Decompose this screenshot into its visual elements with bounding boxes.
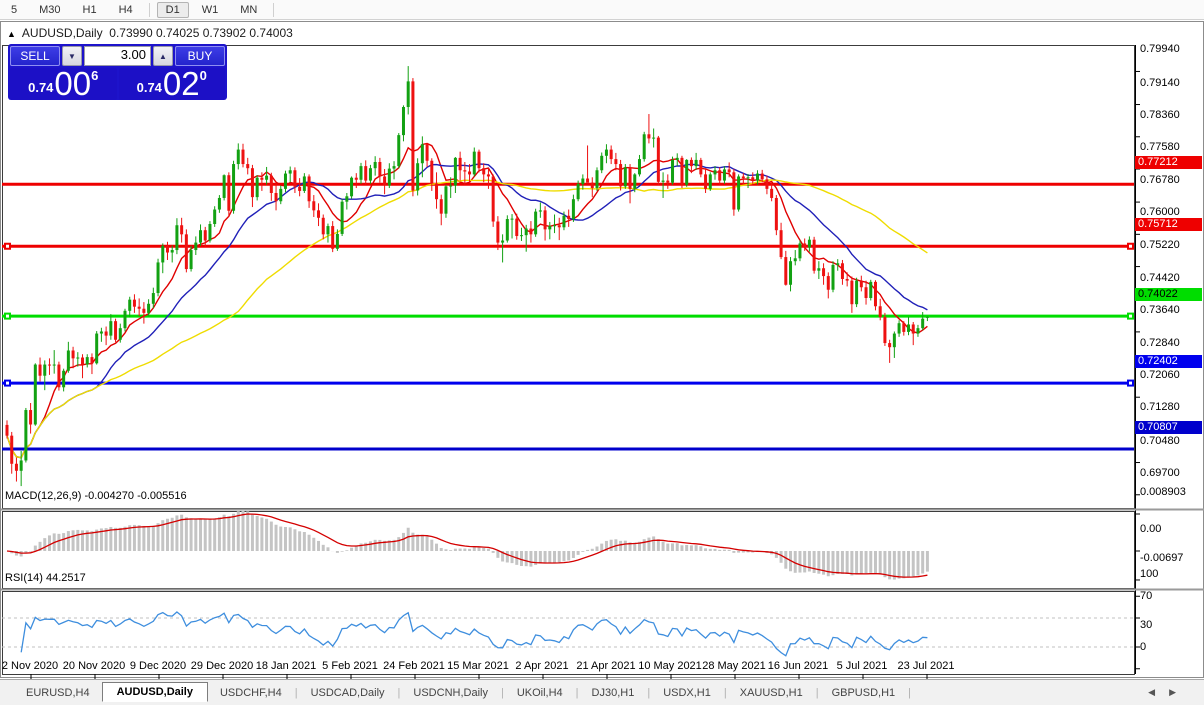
toolbar-separator — [148, 2, 150, 17]
timeframe-button-m30[interactable]: M30 — [30, 2, 69, 18]
sell-button[interactable]: SELL — [10, 46, 60, 66]
macd-axis-tick: 0.008903 — [1140, 485, 1186, 498]
date-axis-label: 16 Jun 2021 — [767, 660, 829, 672]
timeframe-toolbar: 5 M30 H1 H4 D1 W1 MN — [0, 0, 1204, 20]
date-axis-label: 29 Dec 2020 — [190, 660, 254, 672]
rsi-axis-tick: 0 — [1140, 640, 1147, 653]
sell-price-display[interactable]: 0.74 00 6 — [10, 65, 117, 102]
hline-price-label: 0.77212 — [1135, 155, 1202, 169]
date-axis-label: 28 May 2021 — [702, 660, 766, 672]
date-axis-label: 2 Apr 2021 — [515, 660, 569, 672]
window-collapse-icon[interactable]: ▲ — [7, 29, 16, 39]
tab-usdx[interactable]: USDX,H1 — [651, 684, 723, 702]
timeframe-button-5[interactable]: 5 — [2, 2, 26, 18]
date-axis-label: 9 Dec 2020 — [129, 660, 187, 672]
chart-ohlc-values: 0.73990 0.74025 0.73902 0.74003 — [109, 26, 293, 40]
sell-price-prefix: 0.74 — [28, 80, 54, 95]
tab-ukoil[interactable]: UKOil,H4 — [505, 684, 575, 702]
price-axis-tick: 0.72060 — [1140, 369, 1180, 382]
tab-usdcnh[interactable]: USDCNH,Daily — [401, 684, 500, 702]
date-axis-label: 15 Mar 2021 — [447, 660, 509, 672]
macd-axis-tick: -0.00697 — [1140, 551, 1184, 564]
price-axis-tick: 0.69700 — [1140, 466, 1180, 479]
rsi-axis-tick: 70 — [1140, 590, 1153, 602]
date-axis-label: 23 Jul 2021 — [897, 660, 955, 672]
price-axis-tick: 0.71280 — [1140, 401, 1180, 414]
date-axis-label: 5 Feb 2021 — [322, 660, 378, 672]
buy-price-pip: 0 — [199, 68, 207, 83]
price-axis-tick: 0.70480 — [1140, 434, 1180, 447]
terminal-stage: 5 M30 H1 H4 D1 W1 MN ▲ AUDUSD,Daily 0.73990 0.7… — [0, 0, 1204, 705]
date-axis-label: 21 Apr 2021 — [576, 660, 636, 672]
rsi-axis-tick: 100 — [1140, 568, 1159, 581]
rsi-axis-tick: 30 — [1140, 619, 1153, 631]
date-axis-label: 10 May 2021 — [638, 660, 702, 672]
date-axis-label: 24 Feb 2021 — [383, 660, 445, 672]
tab-scroll-left-icon[interactable]: ◀ — [1148, 687, 1169, 697]
timeframe-button-h1[interactable]: H1 — [74, 2, 106, 18]
chart-canvas[interactable] — [1, 22, 1204, 705]
price-axis-tick: 0.75220 — [1140, 238, 1180, 251]
chart-symbol-label: AUDUSD,Daily — [21, 26, 103, 40]
date-axis-label: 20 Nov 2020 — [62, 660, 126, 672]
hline-price-label: 0.70807 — [1135, 420, 1202, 434]
timeframe-button-h4[interactable]: H4 — [110, 2, 142, 18]
date-axis-label: 2 Nov 2020 — [1, 660, 59, 672]
chart-title: ▲ AUDUSD,Daily 0.73990 0.74025 0.73902 0.… — [7, 26, 293, 40]
sell-price-big: 00 — [54, 65, 92, 102]
hline-price-label: 0.75712 — [1135, 217, 1202, 231]
tab-usdcad[interactable]: USDCAD,Daily — [299, 684, 397, 702]
tab-usdchf[interactable]: USDCHF,H4 — [208, 684, 294, 702]
price-axis-tick: 0.76000 — [1140, 206, 1180, 219]
tab-xauusd[interactable]: XAUUSD,H1 — [728, 684, 815, 702]
price-axis-tick: 0.74420 — [1140, 271, 1180, 284]
price-axis-tick: 0.79140 — [1140, 76, 1180, 89]
toolbar-separator — [273, 2, 275, 17]
timeframe-button-mn[interactable]: MN — [231, 2, 266, 18]
hline-price-label: 0.72402 — [1135, 354, 1202, 368]
chart-window[interactable] — [0, 21, 1204, 679]
timeframe-button-d1[interactable]: D1 — [156, 1, 189, 18]
price-axis-tick: 0.72840 — [1140, 336, 1180, 349]
price-axis-tick: 0.77580 — [1140, 141, 1180, 154]
tab-gbpusd[interactable]: GBPUSD,H1 — [820, 684, 908, 702]
date-axis-label: 5 Jul 2021 — [836, 660, 888, 672]
tab-dj30[interactable]: DJ30,H1 — [580, 684, 647, 702]
price-axis-tick: 0.78360 — [1140, 108, 1180, 121]
buy-price-prefix: 0.74 — [136, 80, 162, 95]
hline-price-label: 0.74022 — [1135, 287, 1202, 301]
symbol-tab-bar: EURUSD,H4 AUDUSD,Daily USDCHF,H4 | USDCAD,Da… — [0, 679, 1204, 705]
sell-price-pip: 6 — [91, 68, 99, 83]
buy-price-display[interactable]: 0.74 02 0 — [118, 65, 225, 102]
rsi-indicator-label: RSI(14) 44.2517 — [5, 572, 86, 584]
date-axis-label: 18 Jan 2021 — [255, 660, 317, 672]
volume-decrease-icon[interactable]: ▼ — [62, 46, 82, 66]
volume-input[interactable]: 3.00 — [84, 46, 151, 66]
one-click-trade-panel: SELL ▼ 3.00 ▲ BUY 0.74 00 6 0.74 02 0 — [8, 44, 227, 100]
tab-eurusd[interactable]: EURUSD,H4 — [14, 684, 102, 702]
macd-axis-tick: 0.00 — [1140, 523, 1162, 535]
buy-button[interactable]: BUY — [175, 46, 225, 66]
tab-separator: | — [908, 686, 911, 699]
tab-scroll-right-icon[interactable]: ▶ — [1169, 687, 1190, 697]
price-axis-tick: 0.73640 — [1140, 303, 1180, 316]
timeframe-button-w1[interactable]: W1 — [193, 2, 228, 18]
volume-increase-icon[interactable]: ▲ — [153, 46, 173, 66]
price-axis-tick: 0.79940 — [1140, 43, 1180, 56]
buy-price-big: 02 — [162, 65, 200, 102]
price-axis-tick: 0.76780 — [1140, 174, 1180, 187]
tab-audusd[interactable]: AUDUSD,Daily — [101, 681, 208, 702]
tab-scroll-arrows: ◀▶ — [1148, 687, 1190, 698]
macd-indicator-label: MACD(12,26,9) -0.004270 -0.005516 — [5, 490, 187, 502]
